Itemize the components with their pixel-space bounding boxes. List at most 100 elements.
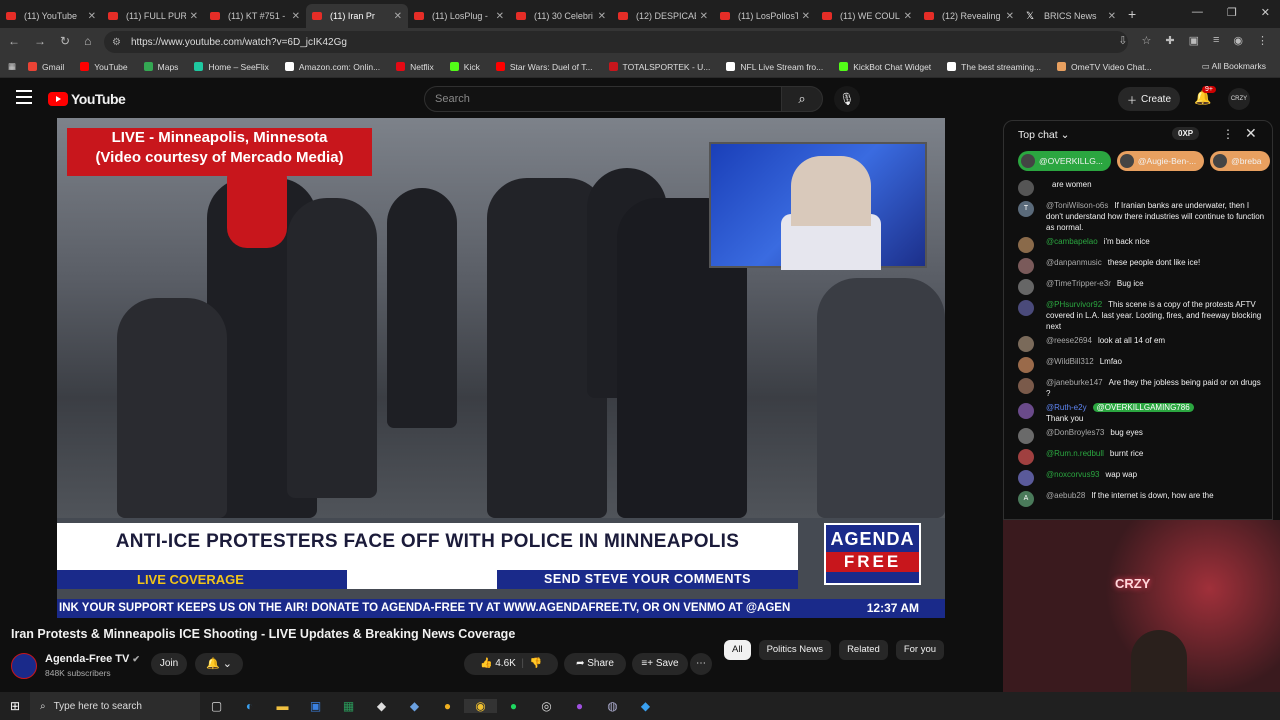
install-icon[interactable]: ⇩ xyxy=(1118,34,1127,47)
xp-badge[interactable]: 0XP xyxy=(1172,127,1200,140)
forward-icon[interactable]: → xyxy=(34,34,46,48)
menu-icon[interactable]: ⋮ xyxy=(1257,34,1268,47)
avatar[interactable] xyxy=(1018,279,1034,295)
chat-author[interactable]: @Rum.n.redbull xyxy=(1046,449,1104,458)
close-tab-icon[interactable]: ✕ xyxy=(88,11,96,22)
app-icon-4[interactable]: ◎ xyxy=(530,699,563,713)
search-input[interactable]: Search xyxy=(424,86,782,112)
search-icon[interactable]: ⌕ xyxy=(781,86,823,112)
apps-icon[interactable]: ▦ xyxy=(8,61,16,72)
share-button[interactable]: ➦ Share xyxy=(564,653,626,675)
chat-author[interactable]: @Ruth-e2y xyxy=(1046,403,1087,412)
app-icon-6[interactable]: ◆ xyxy=(629,699,662,713)
chat-author[interactable]: @WildBill312 xyxy=(1046,357,1094,366)
bookmark-item[interactable]: Gmail xyxy=(28,62,64,72)
chat-author[interactable]: @TimeTripper-e3r xyxy=(1046,279,1111,288)
pinned-chatter[interactable]: @OVERKILLG... xyxy=(1018,151,1111,171)
home-icon[interactable]: ⌂ xyxy=(84,34,91,48)
outlook-icon[interactable]: ▣ xyxy=(299,699,332,713)
browser-tab[interactable]: 𝕏 BRICS News ✕ xyxy=(1020,4,1122,28)
steam-icon[interactable]: ◍ xyxy=(596,699,629,713)
profile-icon[interactable]: ◉ xyxy=(1233,34,1243,47)
app-icon-3[interactable]: ● xyxy=(431,699,464,713)
close-tab-icon[interactable]: ✕ xyxy=(292,11,300,22)
back-icon[interactable]: ← xyxy=(8,34,20,48)
avatar[interactable] xyxy=(1018,428,1034,444)
chat-author[interactable]: @cambapelao xyxy=(1046,237,1098,246)
chat-author[interactable]: @reese2694 xyxy=(1046,336,1092,345)
bookmark-item[interactable]: Amazon.com: Onlin... xyxy=(284,62,380,72)
thumbs-down-icon[interactable]: 👎 xyxy=(530,658,542,669)
close-window-icon[interactable]: ✕ xyxy=(1261,6,1270,19)
channel-name[interactable]: Agenda-Free TV ✔ xyxy=(45,653,140,665)
avatar[interactable] xyxy=(1018,449,1034,465)
browser-tab[interactable]: (11) Iran Pr ✕ xyxy=(306,4,408,28)
close-tab-icon[interactable]: ✕ xyxy=(496,11,504,22)
bookmark-item[interactable]: YouTube xyxy=(80,62,128,72)
bookmark-item[interactable]: Maps xyxy=(143,62,178,72)
avatar[interactable] xyxy=(1018,378,1034,394)
app-icon[interactable]: ◆ xyxy=(365,699,398,713)
bookmark-item[interactable]: TOTALSPORTEK - U... xyxy=(608,62,710,72)
browser-tab[interactable]: (11) 30 Celebri ✕ xyxy=(510,4,612,28)
file-explorer-icon[interactable]: ▬ xyxy=(266,699,299,713)
browser-tab[interactable]: (11) LosPollosT ✕ xyxy=(714,4,816,28)
avatar[interactable] xyxy=(1018,336,1034,352)
app-icon-5[interactable]: ● xyxy=(563,699,596,713)
avatar[interactable]: A xyxy=(1018,491,1034,507)
microphone-icon[interactable]: 🎙 xyxy=(834,86,860,112)
more-actions-icon[interactable]: ⋯ xyxy=(690,653,712,675)
windows-start-icon[interactable]: ⊞ xyxy=(0,699,30,713)
bookmark-item[interactable]: KickBot Chat Widget xyxy=(839,62,931,72)
close-tab-icon[interactable]: ✕ xyxy=(190,11,198,22)
bookmark-item[interactable]: OmeTV Video Chat... xyxy=(1057,62,1152,72)
sidepanel-icon[interactable]: ▣ xyxy=(1189,34,1199,47)
close-tab-icon[interactable]: ✕ xyxy=(1108,11,1116,22)
subscribed-bell-button[interactable]: 🔔 ⌄ xyxy=(195,653,243,675)
hamburger-menu-icon[interactable] xyxy=(16,90,32,104)
close-tab-icon[interactable]: ✕ xyxy=(700,11,708,22)
avatar[interactable]: T xyxy=(1018,201,1034,217)
new-tab-icon[interactable]: + xyxy=(1128,6,1136,22)
close-tab-icon[interactable]: ✕ xyxy=(598,11,606,22)
filter-chip[interactable]: For you xyxy=(895,640,945,660)
browser-tab[interactable]: (12) DESPICAB ✕ xyxy=(612,4,714,28)
bookmark-item[interactable]: NFL Live Stream fro... xyxy=(726,62,823,72)
task-view-icon[interactable]: ▢ xyxy=(200,699,233,713)
address-bar[interactable]: ⚙ https://www.youtube.com/watch?v=6D_jcI… xyxy=(104,31,1128,53)
save-button[interactable]: ≡+ Save xyxy=(632,653,688,675)
all-bookmarks-button[interactable]: ▭ All Bookmarks xyxy=(1202,61,1266,72)
avatar[interactable] xyxy=(1018,357,1034,373)
browser-tab[interactable]: (11) WE COULD ✕ xyxy=(816,4,918,28)
browser-tab[interactable]: (12) Revealing ✕ xyxy=(918,4,1020,28)
pinned-chatter[interactable]: @breba xyxy=(1210,151,1270,171)
bookmark-star-icon[interactable]: ☆ xyxy=(1141,34,1151,47)
edge-icon[interactable]: ◐ xyxy=(233,699,266,713)
avatar[interactable] xyxy=(1018,180,1034,196)
restore-icon[interactable]: ❐ xyxy=(1227,6,1237,19)
chat-mode-dropdown[interactable]: Top chat ⌄ xyxy=(1018,129,1069,141)
avatar[interactable] xyxy=(1018,258,1034,274)
media-icon[interactable]: ≡ xyxy=(1213,34,1219,47)
youtube-logo[interactable]: YouTube xyxy=(48,91,126,107)
browser-tab[interactable]: (11) LosPlug - ✕ xyxy=(408,4,510,28)
close-tab-icon[interactable]: ✕ xyxy=(1006,11,1014,22)
minimize-icon[interactable]: — xyxy=(1192,6,1203,19)
chat-author[interactable]: @ToniWilson-o6s xyxy=(1046,201,1108,210)
like-button[interactable]: 👍 4.6K xyxy=(480,658,516,669)
app-icon-2[interactable]: ◆ xyxy=(398,699,431,713)
avatar[interactable] xyxy=(1018,403,1034,419)
extensions-icon[interactable]: ✚ xyxy=(1165,34,1174,47)
bookmark-item[interactable]: Kick xyxy=(449,62,480,72)
browser-tab[interactable]: (11) YouTube ✕ xyxy=(0,4,102,28)
close-tab-icon[interactable]: ✕ xyxy=(802,11,810,22)
filter-chip[interactable]: Politics News xyxy=(758,640,832,660)
avatar[interactable] xyxy=(1018,300,1034,316)
close-tab-icon[interactable]: ✕ xyxy=(904,11,912,22)
chat-menu-icon[interactable]: ⋮ xyxy=(1222,127,1234,141)
browser-tab[interactable]: (11) FULL PURS ✕ xyxy=(102,4,204,28)
chrome-icon[interactable]: ◉ xyxy=(464,699,497,713)
spotify-icon[interactable]: ● xyxy=(497,699,530,713)
account-avatar[interactable]: CRZY xyxy=(1228,88,1250,110)
chat-author[interactable]: @PHsurvivor92 xyxy=(1046,300,1102,309)
